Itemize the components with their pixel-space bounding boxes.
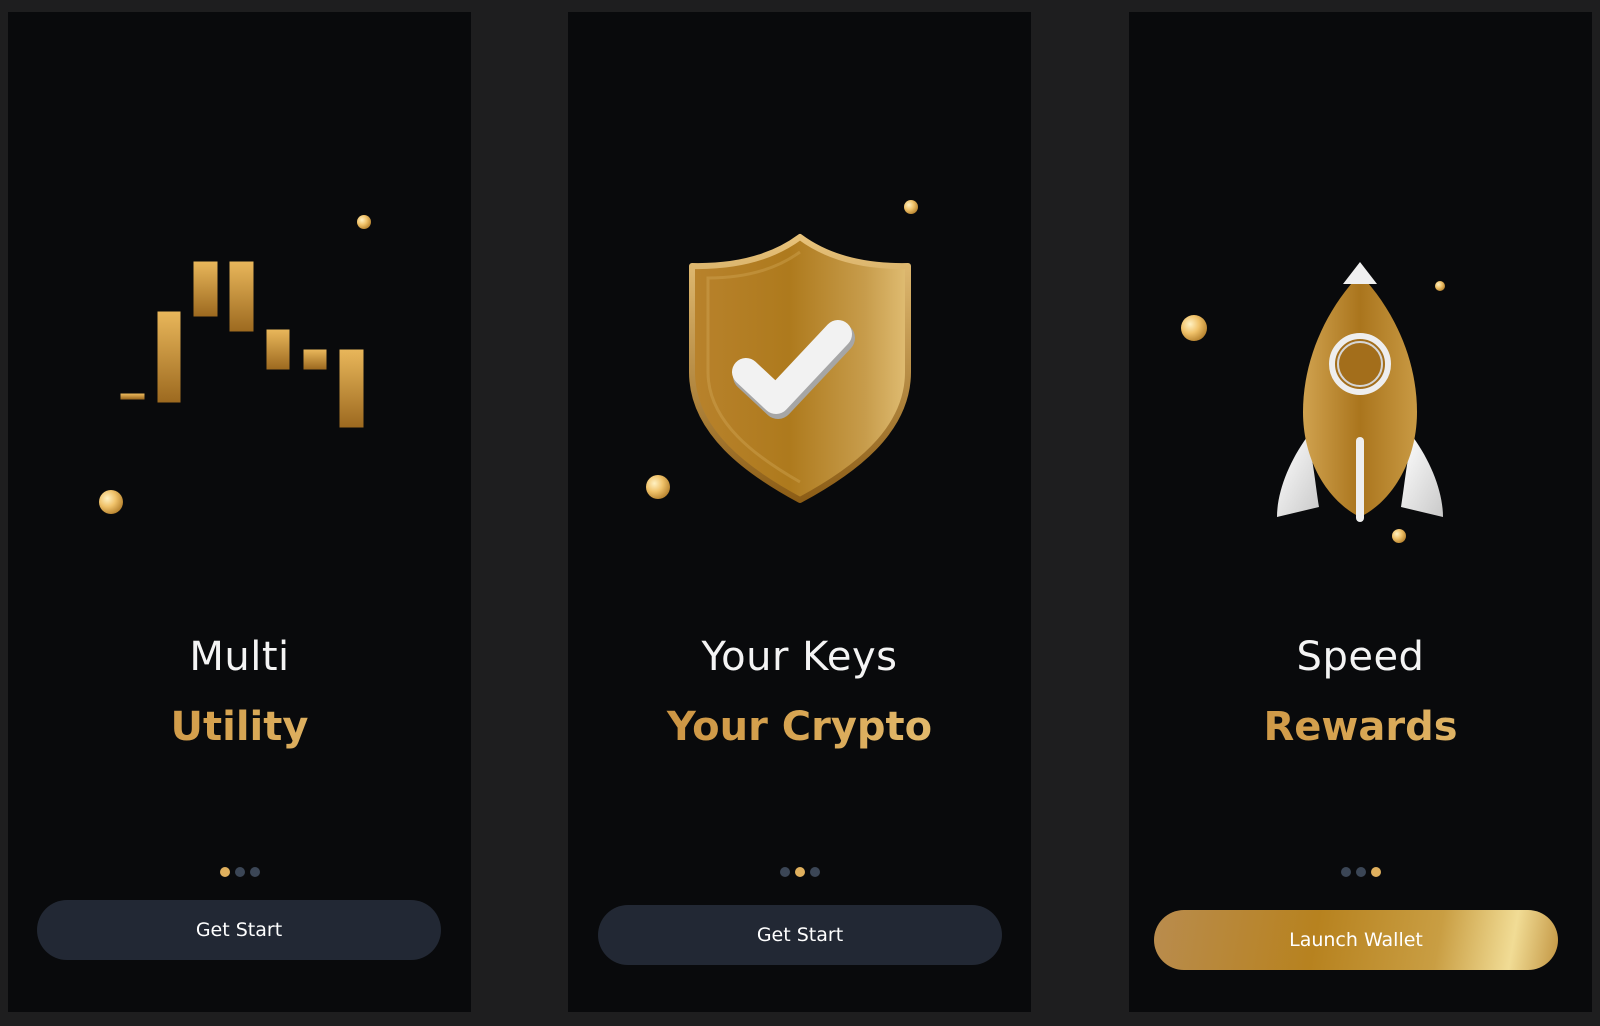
page-dot-1[interactable] [1340,867,1351,877]
gold-sphere-icon [357,215,371,229]
rocket-icon [1181,262,1445,543]
gold-sphere-icon [646,475,670,499]
get-start-button[interactable]: Get Start [37,900,441,960]
screen-title-line2: Rewards [1129,704,1592,750]
gold-sphere-icon [1181,315,1207,341]
gold-sphere-icon [99,490,123,514]
page-dot-2[interactable] [1355,867,1366,877]
gold-sphere-icon [1435,281,1445,291]
screen-title-line2: Utility [8,704,471,750]
shield-check-icon [646,200,918,503]
screen-title-line1: Multi [189,634,290,680]
onboarding-screen-speed-rewards: Speed Rewards Launch Wallet [1129,12,1592,1012]
page-dot-3[interactable] [809,867,820,877]
page-dot-1[interactable] [779,867,790,877]
gold-sphere-icon [1392,529,1406,543]
screen-title-line2: Your Crypto [568,704,1031,750]
onboarding-screen-your-keys: Your Keys Your Crypto Get Start [568,12,1031,1012]
page-dot-3[interactable] [1370,867,1381,877]
launch-wallet-button[interactable]: Launch Wallet [1154,910,1558,970]
page-indicator [1129,867,1592,877]
page-dot-1[interactable] [219,867,230,877]
page-indicator [8,867,471,877]
get-start-button[interactable]: Get Start [598,905,1002,965]
screen-title-line1: Your Keys [701,634,898,680]
screen-title-line1: Speed [1296,634,1425,680]
page-indicator [568,867,1031,877]
page-dot-2[interactable] [794,867,805,877]
onboarding-screen-multi-utility: Multi Utility Get Start [8,12,471,1012]
candlestick-chart-icon [99,215,371,514]
page-dot-2[interactable] [234,867,245,877]
page-dot-3[interactable] [249,867,260,877]
gold-sphere-icon [904,200,918,214]
